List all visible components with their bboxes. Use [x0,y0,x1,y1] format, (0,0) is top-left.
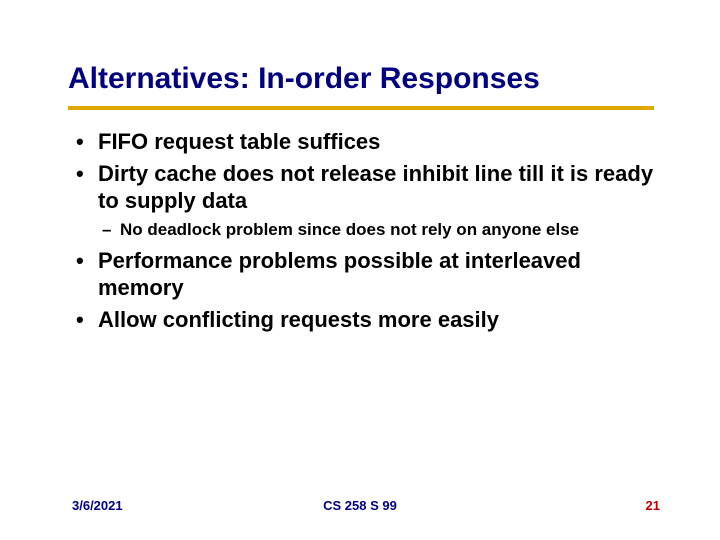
bullet-item: • Performance problems possible at inter… [72,247,660,302]
slide-content: • FIFO request table suffices • Dirty ca… [72,128,660,337]
sub-bullet-item: – No deadlock problem since does not rel… [72,219,660,241]
footer-course: CS 258 S 99 [0,498,720,513]
sub-bullet-text: No deadlock problem since does not rely … [120,220,579,239]
title-underline [68,106,654,110]
bullet-item: • Allow conflicting requests more easily [72,306,660,334]
bullet-item: • Dirty cache does not release inhibit l… [72,160,660,215]
bullet-dot-icon: • [76,306,84,334]
slide: Alternatives: In-order Responses • FIFO … [0,0,720,540]
bullet-text: Performance problems possible at interle… [98,248,581,301]
bullet-item: • FIFO request table suffices [72,128,660,156]
bullet-text: Dirty cache does not release inhibit lin… [98,161,653,214]
footer-page-number: 21 [646,498,660,513]
bullet-text: FIFO request table suffices [98,129,380,154]
bullet-dot-icon: • [76,128,84,156]
bullet-dot-icon: • [76,160,84,188]
bullet-dash-icon: – [102,219,111,241]
slide-title: Alternatives: In-order Responses [68,62,660,96]
bullet-text: Allow conflicting requests more easily [98,307,499,332]
bullet-dot-icon: • [76,247,84,275]
